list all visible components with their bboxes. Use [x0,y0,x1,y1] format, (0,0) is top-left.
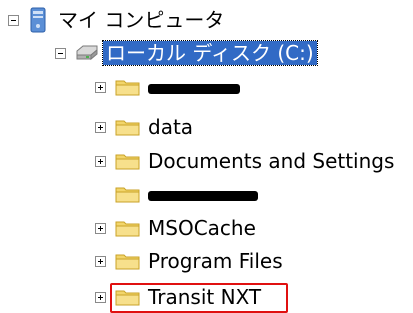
tree-node-my-computer[interactable]: マイ コンピュータ [8,4,227,36]
expand-icon[interactable] [95,121,106,133]
redacted-label [145,75,243,99]
tree-node-label: マイ コンピュータ [58,8,225,32]
folder-tree: マイ コンピュータ ローカル ディスク (C:) data Documents … [0,0,413,313]
redaction-mark [148,83,240,94]
expand-icon[interactable] [95,155,106,167]
expand-icon[interactable] [95,255,106,267]
folder-icon [115,187,140,203]
collapse-icon[interactable] [55,47,66,59]
hard-disk-icon [76,45,98,61]
redaction-mark [148,190,258,201]
folder-icon [115,254,140,270]
redacted-label [145,182,261,206]
tree-node-label: data [148,115,194,139]
tree-node-folder[interactable] [95,71,243,103]
my-computer-icon [30,7,46,33]
collapse-icon[interactable] [8,14,19,26]
tree-node-folder-program-files[interactable]: Program Files [95,245,286,277]
tree-node-label: ローカル ディスク (C:) [102,40,318,66]
expand-icon[interactable] [95,81,106,93]
folder-icon [115,221,140,237]
tree-node-folder-msocache[interactable]: MSOCache [95,212,259,244]
tree-node-label: MSOCache [148,216,256,240]
tree-node-folder-data[interactable]: data [95,111,196,143]
tree-node-folder-documents-and-settings[interactable]: Documents and Settings [95,145,397,177]
folder-icon [115,154,140,170]
expand-icon[interactable] [95,291,106,303]
tree-node-local-disk-c[interactable]: ローカル ディスク (C:) [55,37,318,69]
folder-icon [115,120,140,136]
expand-icon[interactable] [95,222,106,234]
highlight-box [110,283,288,313]
folder-icon [115,80,140,96]
tree-node-label: Program Files [148,249,283,273]
tree-node-label: Documents and Settings [148,149,395,173]
tree-node-folder[interactable] [95,178,261,210]
